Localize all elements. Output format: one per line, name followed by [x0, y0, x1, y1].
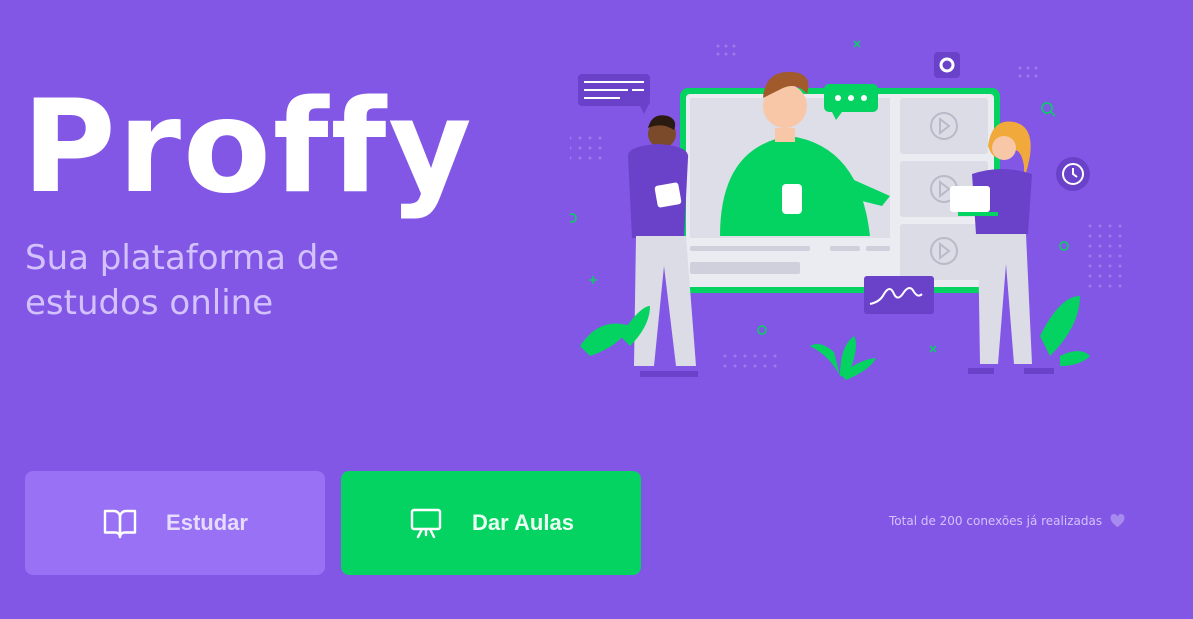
logo: Proffy — [22, 73, 474, 222]
chat-bubble-left — [578, 74, 650, 114]
clock-badge — [1056, 157, 1090, 191]
center-plant — [810, 336, 876, 380]
gear-badge — [934, 52, 960, 78]
chart-card — [864, 276, 934, 314]
give-classes-label: Dar Aulas — [472, 510, 574, 535]
give-classes-button[interactable]: Dar Aulas — [341, 471, 641, 575]
total-connections-text: Total de 200 conexões já realizadas — [889, 514, 1103, 528]
heart-icon — [1110, 514, 1125, 528]
study-label: Estudar — [166, 510, 248, 535]
book-open-icon — [103, 509, 137, 539]
presentation-board-icon — [410, 508, 442, 539]
tagline: Sua plataforma de estudos online — [25, 238, 340, 323]
total-connections: Total de 200 conexões já realizadas — [889, 514, 1125, 528]
study-button[interactable]: Estudar — [25, 471, 325, 575]
hero-illustration — [570, 40, 1122, 380]
student-left — [580, 115, 698, 377]
